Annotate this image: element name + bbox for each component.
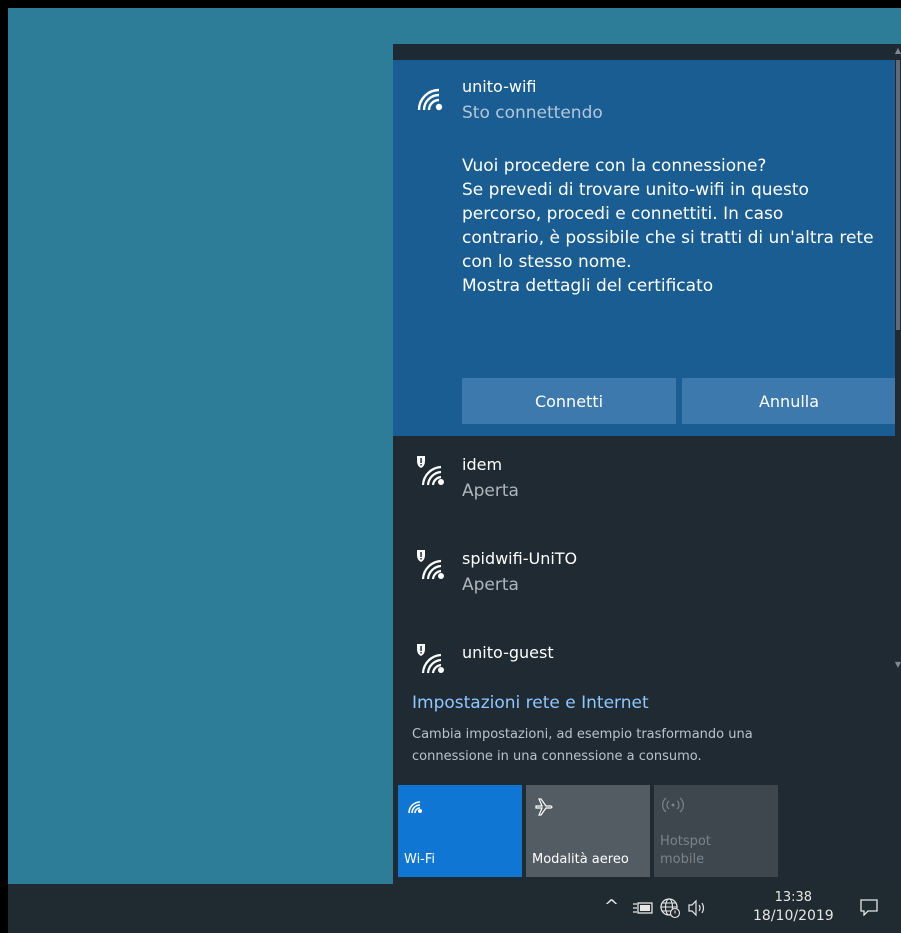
hotspot-tile-label: Hotspot mobile <box>660 833 711 869</box>
airplane-icon <box>535 798 553 816</box>
show-certificate-link[interactable]: Mostra dettagli del certificato <box>462 274 901 298</box>
network-status: Aperta <box>462 481 519 501</box>
taskbar: ^ 13:38 18/10/2019 <box>8 884 901 933</box>
selected-network-status: Sto connettendo <box>462 103 603 123</box>
network-list-item[interactable]: idem Aperta <box>393 436 895 530</box>
airplane-tile-label: Modalità aereo <box>532 852 629 867</box>
network-list-item[interactable]: spidwifi-UniTO Aperta <box>393 530 895 624</box>
network-list-scrollbar[interactable]: ▲ ▼ <box>895 44 901 684</box>
selected-network-name: unito-wifi <box>462 77 537 96</box>
hotspot-label-line: mobile <box>660 852 705 867</box>
mobile-hotspot-tile[interactable]: Hotspot mobile <box>654 785 778 877</box>
network-status: Aperta <box>462 575 519 595</box>
show-hidden-icons-chevron-icon[interactable]: ^ <box>604 896 619 917</box>
hotspot-label-line: Hotspot <box>660 834 711 849</box>
prompt-line: con lo stesso nome. <box>462 252 632 272</box>
volume-icon[interactable] <box>687 899 709 917</box>
prompt-line: Se prevedi di trovare unito-wifi in ques… <box>462 180 809 200</box>
connection-prompt: Vuoi procedere con la connessione? Se pr… <box>462 154 901 298</box>
prompt-line: Vuoi procedere con la connessione? <box>462 156 767 176</box>
network-name: unito-guest <box>462 643 554 662</box>
clock[interactable]: 13:38 18/10/2019 <box>753 888 834 926</box>
battery-icon[interactable] <box>632 901 654 915</box>
network-flyout: unito-wifi Sto connettendo Vuoi proceder… <box>393 44 901 884</box>
network-name: spidwifi-UniTO <box>462 549 578 568</box>
secured-warning-wifi-icon <box>417 456 444 486</box>
settings-desc-line: Cambia impostazioni, ad esempio trasform… <box>412 727 753 742</box>
connect-button[interactable]: Connetti <box>462 378 676 424</box>
flyout-top-strip <box>393 44 901 60</box>
network-list-item[interactable]: unito-guest <box>393 624 895 684</box>
settings-desc-line: connessione in una connessione a consumo… <box>412 749 702 764</box>
desktop: unito-wifi Sto connettendo Vuoi proceder… <box>8 8 901 933</box>
scrollbar-thumb[interactable] <box>896 60 900 330</box>
network-settings-description: Cambia impostazioni, ad esempio trasform… <box>412 724 812 768</box>
prompt-line: contrario, è possibile che si tratti di … <box>462 228 874 248</box>
prompt-line: percorso, procedi e connettiti. In caso <box>462 204 784 224</box>
clock-time: 13:38 <box>774 890 813 905</box>
scroll-down-arrow-icon[interactable]: ▼ <box>895 660 901 669</box>
secured-warning-wifi-icon <box>417 550 444 580</box>
wifi-tile-label: Wi-Fi <box>404 852 436 867</box>
airplane-mode-tile[interactable]: Modalità aereo <box>526 785 650 877</box>
action-center-icon[interactable] <box>860 898 878 916</box>
cancel-button[interactable]: Annulla <box>682 378 896 424</box>
globe-network-icon[interactable] <box>659 897 681 919</box>
wifi-icon <box>408 801 422 814</box>
scroll-up-arrow-icon[interactable]: ▲ <box>895 46 901 55</box>
clock-date: 18/10/2019 <box>753 908 834 924</box>
wifi-signal-icon <box>417 88 443 111</box>
hotspot-icon <box>662 797 684 813</box>
network-name: idem <box>462 455 503 474</box>
network-settings-link[interactable]: Impostazioni rete e Internet <box>412 693 649 713</box>
wifi-toggle-tile[interactable]: Wi-Fi <box>398 785 522 877</box>
secured-warning-wifi-icon <box>417 644 444 674</box>
selected-network-panel[interactable]: unito-wifi Sto connettendo Vuoi proceder… <box>393 60 896 436</box>
